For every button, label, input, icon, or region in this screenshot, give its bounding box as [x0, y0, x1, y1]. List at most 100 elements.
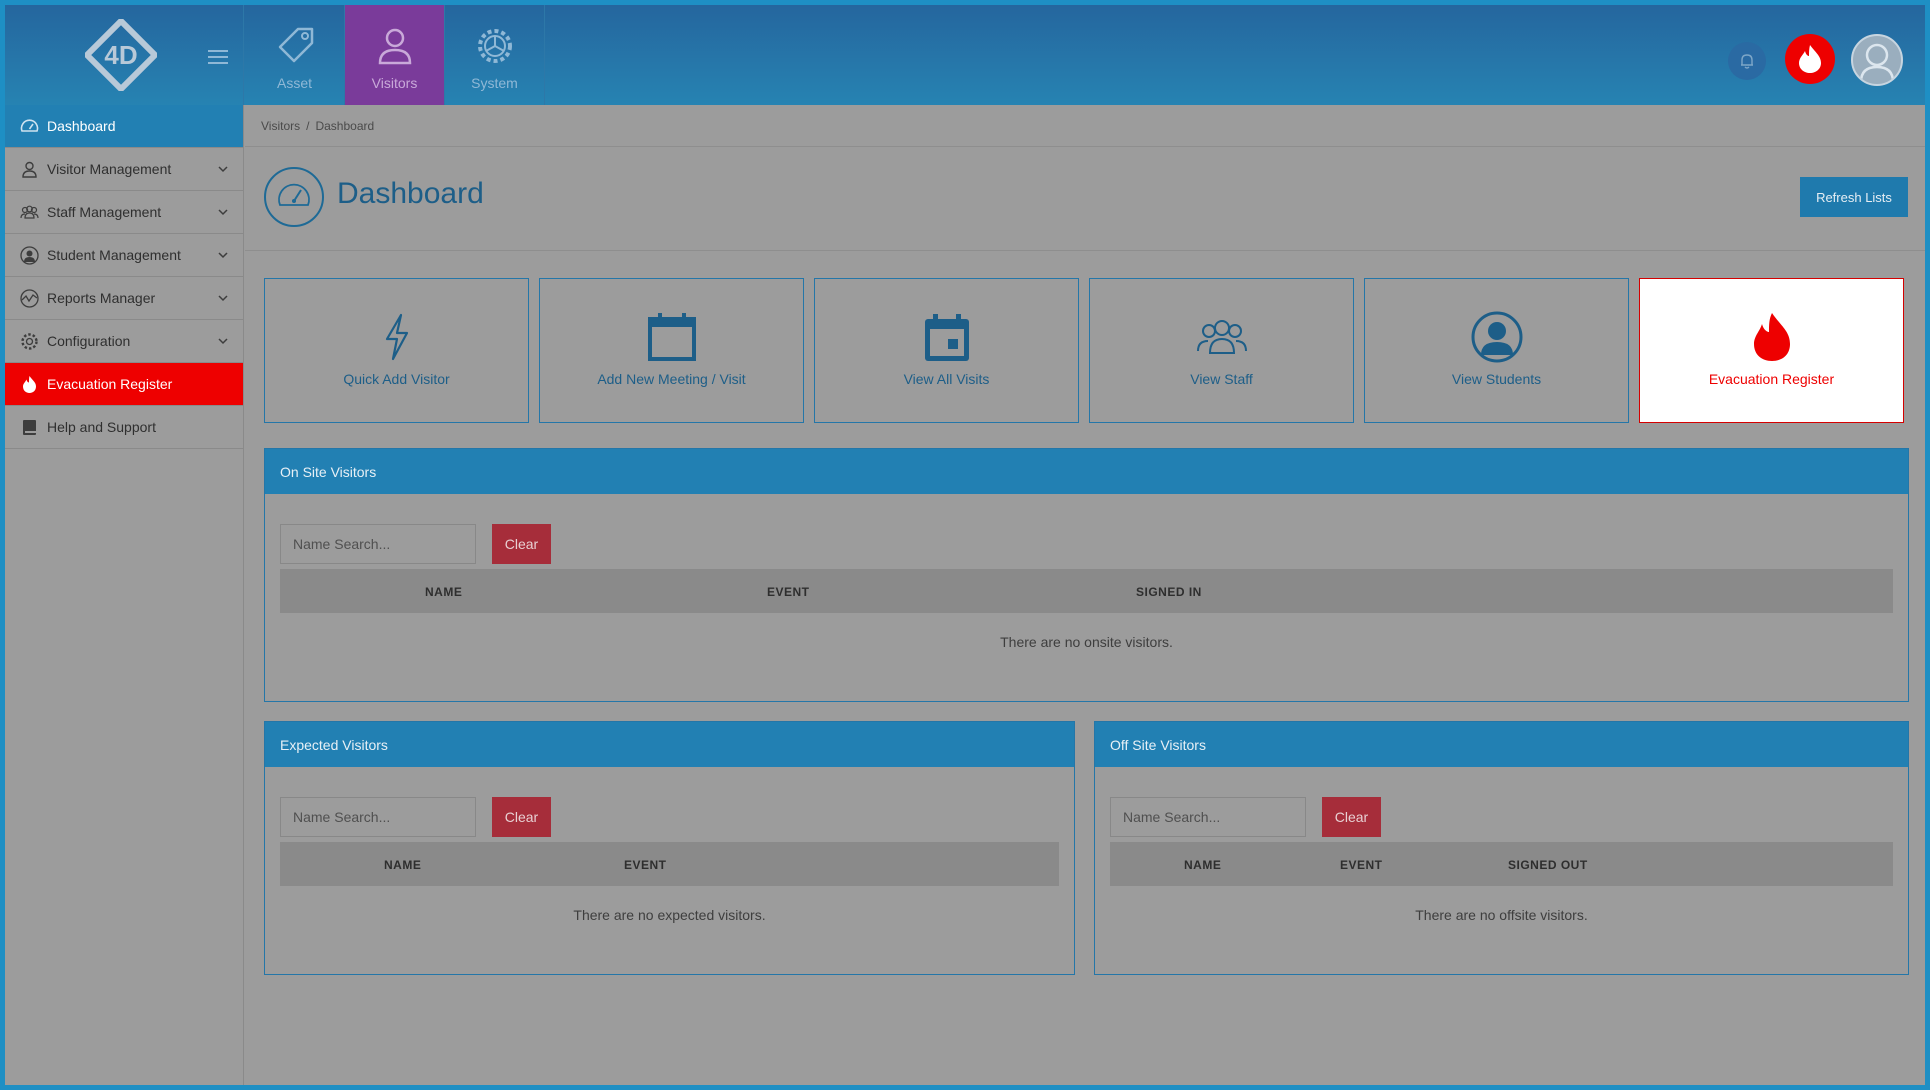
user-avatar-button[interactable]: [1851, 34, 1903, 86]
student-icon: [1471, 311, 1522, 363]
person-icon: [378, 28, 411, 65]
sidebar-item-dashboard[interactable]: Dashboard: [5, 105, 243, 148]
chevron-down-icon: [218, 338, 228, 345]
expected-clear-button[interactable]: Clear: [492, 797, 551, 837]
module-label: Visitors: [371, 75, 418, 91]
sidebar-item-label: Evacuation Register: [47, 376, 173, 392]
speedometer-icon: [264, 167, 324, 227]
sidebar-item-reports-manager[interactable]: Reports Manager: [5, 277, 243, 320]
gear-icon: [21, 333, 38, 350]
sidebar-item-label: Staff Management: [47, 204, 162, 220]
tile-label: Evacuation Register: [1708, 371, 1835, 387]
sidebar-item-label: Reports Manager: [47, 290, 156, 306]
page-title: Dashboard: [337, 177, 484, 210]
module-tab-visitors[interactable]: Visitors: [345, 5, 445, 105]
expected-name-search-input[interactable]: [280, 797, 476, 837]
expected-table-header: NAME EVENT: [280, 842, 1059, 886]
sidebar-item-label: Student Management: [47, 247, 181, 263]
onsite-clear-button[interactable]: Clear: [492, 524, 551, 564]
sidebar-item-help-and-support[interactable]: Help and Support: [5, 406, 243, 449]
logo-area: 4D: [5, 5, 244, 105]
expected-visitors-panel: Expected Visitors Clear NAME EVENT There…: [264, 721, 1075, 975]
calendar-day-icon: [924, 314, 969, 361]
onsite-empty-message: There are no onsite visitors.: [1000, 634, 1173, 650]
panel-title: On Site Visitors: [265, 449, 1908, 494]
column-header-event[interactable]: EVENT: [624, 858, 667, 872]
sidebar-item-student-management[interactable]: Student Management: [5, 234, 243, 277]
logo-icon[interactable]: 4D: [85, 19, 157, 91]
logo-text: 4D: [104, 40, 137, 70]
chevron-down-icon: [218, 166, 228, 173]
sidebar-item-staff-management[interactable]: Staff Management: [5, 191, 243, 234]
offsite-name-search-input[interactable]: [1110, 797, 1306, 837]
tile-label: View All Visits: [903, 371, 990, 387]
offsite-visitors-panel: Off Site Visitors Clear NAME EVENT SIGNE…: [1094, 721, 1909, 975]
tile-label: View Students: [1451, 371, 1542, 387]
bell-icon: [1741, 54, 1753, 69]
chart-wave-icon: [20, 289, 39, 308]
refresh-lists-button[interactable]: Refresh Lists: [1800, 177, 1908, 217]
quick-action-tiles: Quick Add Visitor Add New Meeting / Visi…: [264, 278, 1909, 423]
column-header-name[interactable]: NAME: [425, 585, 462, 599]
column-header-name[interactable]: NAME: [1184, 858, 1221, 872]
column-header-event[interactable]: EVENT: [767, 585, 810, 599]
page-header: Dashboard Refresh Lists: [245, 147, 1925, 251]
group-icon: [20, 205, 39, 219]
sidebar-item-label: Visitor Management: [47, 161, 172, 177]
tile-label: Add New Meeting / Visit: [597, 371, 746, 387]
notifications-button[interactable]: [1728, 42, 1766, 80]
main-content: Visitors / Dashboard Dashboard Refresh Lis…: [245, 105, 1925, 1085]
sidebar-item-visitor-management[interactable]: Visitor Management: [5, 148, 243, 191]
tile-quick-add-visitor[interactable]: Quick Add Visitor: [264, 278, 529, 423]
group-icon: [1196, 320, 1247, 354]
panel-title: Expected Visitors: [265, 722, 1074, 767]
fire-icon: [1799, 45, 1821, 73]
tag-icon: [278, 27, 313, 63]
module-label: Asset: [276, 75, 312, 91]
tile-view-staff[interactable]: View Staff: [1089, 278, 1354, 423]
sidebar-item-label: Dashboard: [47, 118, 116, 134]
menu-toggle-icon[interactable]: [208, 50, 228, 64]
onsite-table-header: NAME EVENT SIGNED IN: [280, 569, 1893, 613]
offsite-clear-button[interactable]: Clear: [1322, 797, 1381, 837]
student-icon: [20, 246, 39, 265]
tile-view-all-visits[interactable]: View All Visits: [814, 278, 1079, 423]
tile-evacuation-register[interactable]: Evacuation Register: [1639, 278, 1904, 423]
sidebar: Dashboard Visitor Management Staff Manag…: [5, 105, 244, 1085]
module-label: System: [471, 75, 518, 91]
tile-add-new-meeting[interactable]: Add New Meeting / Visit: [539, 278, 804, 423]
sidebar-item-label: Help and Support: [47, 419, 156, 435]
user-avatar-icon: [1859, 43, 1895, 83]
module-tab-asset[interactable]: Asset: [245, 5, 345, 105]
book-icon: [23, 420, 36, 435]
chevron-down-icon: [218, 295, 228, 302]
tile-view-students[interactable]: View Students: [1364, 278, 1629, 423]
breadcrumb-separator: /: [306, 119, 310, 133]
column-header-name[interactable]: NAME: [384, 858, 421, 872]
tile-label: View Staff: [1190, 371, 1253, 387]
tile-label: Quick Add Visitor: [343, 371, 450, 387]
expected-empty-message: There are no expected visitors.: [573, 907, 766, 923]
module-tab-system[interactable]: System: [445, 5, 545, 105]
evacuation-alert-button[interactable]: [1785, 34, 1835, 84]
column-header-event[interactable]: EVENT: [1340, 858, 1383, 872]
fire-icon: [23, 376, 36, 393]
gear-icon: [477, 29, 512, 63]
lightning-icon: [385, 313, 408, 361]
app-window: 4D Asset Visitors System Dashboard Visit…: [5, 5, 1925, 1085]
onsite-name-search-input[interactable]: [280, 524, 476, 564]
column-header-signed-out[interactable]: SIGNED OUT: [1508, 858, 1588, 872]
breadcrumb-link-visitors[interactable]: Visitors: [261, 119, 300, 133]
sidebar-item-configuration[interactable]: Configuration: [5, 320, 243, 363]
column-header-signed-in[interactable]: SIGNED IN: [1136, 585, 1202, 599]
onsite-visitors-panel: On Site Visitors Clear NAME EVENT SIGNED…: [264, 448, 1909, 702]
breadcrumb-current: Dashboard: [315, 119, 375, 133]
calendar-icon: [647, 313, 696, 361]
person-icon: [22, 161, 37, 178]
offsite-table-header: NAME EVENT SIGNED OUT: [1110, 842, 1893, 886]
sidebar-item-evacuation-register[interactable]: Evacuation Register: [5, 363, 243, 406]
chevron-down-icon: [218, 252, 228, 259]
breadcrumb: Visitors / Dashboard: [245, 105, 1925, 147]
speedometer-icon: [20, 119, 39, 132]
top-bar: 4D Asset Visitors System: [5, 5, 1925, 105]
